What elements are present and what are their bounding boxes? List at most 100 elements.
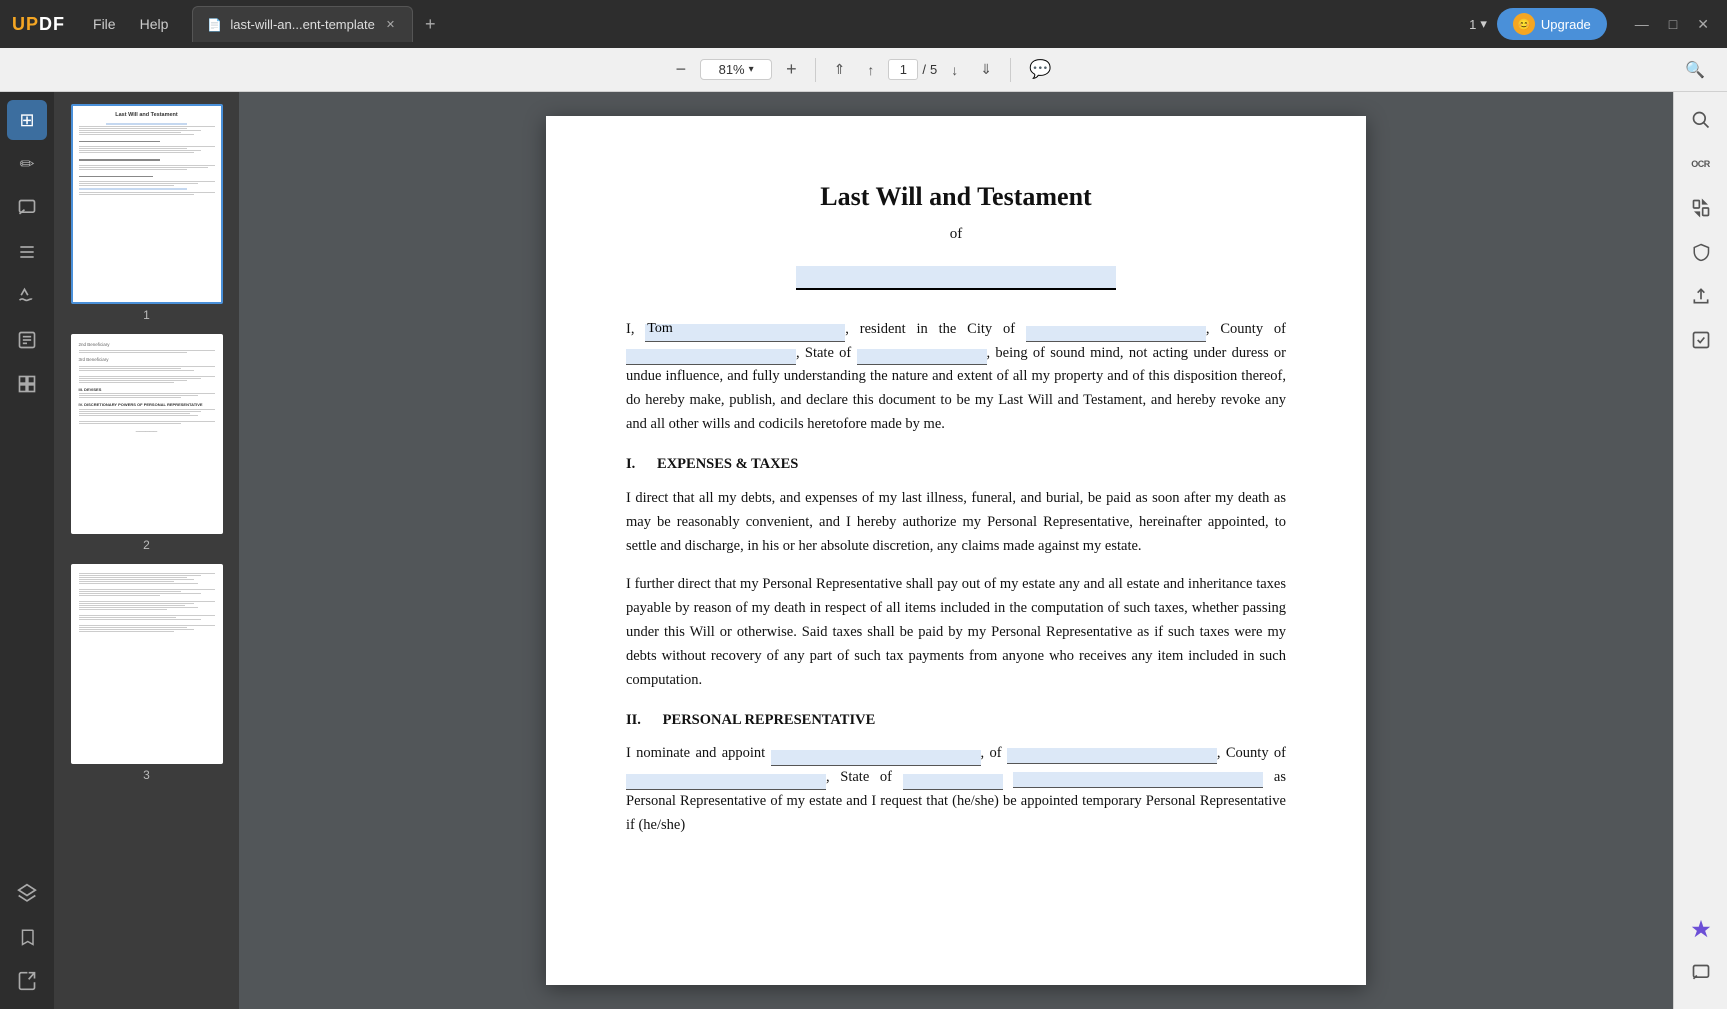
pdf-viewer[interactable]: Last Will and Testament of I, Tom, resid… — [239, 92, 1673, 1009]
top-bar: UPDF File Help 📄 last-will-an...ent-temp… — [0, 0, 1727, 48]
section-2-num: II. — [626, 712, 641, 728]
title-name-field[interactable] — [796, 266, 1116, 290]
rep-city-field[interactable] — [1007, 748, 1217, 764]
section-1-title: EXPENSES & TAXES — [657, 456, 798, 472]
upgrade-button[interactable]: 😊 Upgrade — [1497, 8, 1607, 40]
total-pages: 5 — [930, 62, 937, 77]
sidebar-list-icon[interactable] — [7, 232, 47, 272]
thumb-frame-3 — [71, 564, 223, 764]
convert-icon[interactable] — [1681, 188, 1721, 228]
comment-tool-button[interactable]: 💬 — [1021, 55, 1059, 84]
page-navigation: 1 ▾ — [1469, 16, 1487, 32]
section-2-title: PERSONAL REPRESENTATIVE — [663, 712, 876, 728]
rep-county-field[interactable] — [626, 774, 826, 790]
sidebar-layers-icon[interactable] — [7, 873, 47, 913]
title-name-field-container — [626, 266, 1286, 290]
prev-page-button[interactable]: ↑ — [859, 58, 882, 82]
sidebar-comment-icon[interactable] — [7, 188, 47, 228]
rep-address-field[interactable] — [1013, 772, 1263, 788]
top-right-controls: 1 ▾ 😊 Upgrade — □ ✕ — [1469, 8, 1715, 40]
zoom-display: 81% ▾ — [700, 59, 772, 80]
thumb-num-1: 1 — [143, 308, 150, 322]
ocr-icon[interactable]: OCR — [1681, 144, 1721, 184]
intro-paragraph: I, Tom, resident in the City of , County… — [626, 318, 1286, 438]
section-1-num: I. — [626, 456, 635, 472]
comment-right-icon[interactable] — [1681, 953, 1721, 993]
tab-bar: 📄 last-will-an...ent-template ✕ + — [192, 6, 1469, 42]
rep-state-field[interactable] — [903, 774, 1003, 790]
check-icon[interactable] — [1681, 320, 1721, 360]
thumb-num-2: 2 — [143, 538, 150, 552]
sidebar-bookmark-icon[interactable] — [7, 917, 47, 957]
thumb-num-3: 3 — [143, 768, 150, 782]
page-separator: / — [922, 62, 926, 77]
state-field[interactable] — [857, 349, 987, 365]
last-page-button[interactable]: ⇓ — [972, 57, 1000, 82]
zoom-in-button[interactable]: + — [778, 55, 805, 84]
page-number-input[interactable] — [888, 59, 918, 80]
user-avatar: 😊 — [1513, 13, 1535, 35]
toolbar: − 81% ▾ + ⇑ ↑ / 5 ↓ ⇓ 💬 🔍 — [0, 48, 1727, 92]
first-page-button[interactable]: ⇑ — [826, 57, 854, 82]
section-1-paragraph-1: I direct that all my debts, and expenses… — [626, 487, 1286, 559]
search-right-icon[interactable] — [1681, 100, 1721, 140]
maximize-button[interactable]: □ — [1663, 14, 1683, 35]
thumb-content-1: Last Will and Testament — [73, 106, 221, 302]
thumb-frame-2: 2nd Beneficiary 3rd Beneficiary III. DEV… — [71, 334, 223, 534]
testator-name-field[interactable]: Tom — [645, 324, 845, 342]
section-2-heading: II. PERSONAL REPRESENTATIVE — [626, 709, 1286, 733]
rep-name-field[interactable] — [771, 750, 981, 766]
city-field[interactable] — [1026, 326, 1206, 342]
tab-document[interactable]: 📄 last-will-an...ent-template ✕ — [192, 6, 413, 42]
tab-label: last-will-an...ent-template — [230, 17, 375, 32]
minimize-button[interactable]: — — [1629, 14, 1655, 35]
security-icon[interactable] — [1681, 232, 1721, 272]
close-button[interactable]: ✕ — [1691, 14, 1715, 35]
new-tab-button[interactable]: + — [419, 12, 442, 37]
sidebar-pages-icon[interactable]: ⊞ — [7, 100, 47, 140]
thumbnail-2[interactable]: 2nd Beneficiary 3rd Beneficiary III. DEV… — [71, 334, 223, 552]
sidebar-attachment-icon[interactable] — [7, 961, 47, 1001]
thumbnail-1[interactable]: Last Will and Testament — [71, 104, 223, 322]
section-1-paragraph-2: I further direct that my Personal Repres… — [626, 573, 1286, 693]
app-logo: UPDF — [12, 14, 65, 35]
zoom-dropdown-icon[interactable]: ▾ — [749, 64, 754, 75]
page-input-group: / 5 — [888, 59, 937, 80]
section-2-paragraph-1: I nominate and appoint , of , County of … — [626, 742, 1286, 838]
testator-name-value: Tom — [647, 317, 672, 340]
toolbar-divider-1 — [815, 58, 816, 82]
thumbnail-panel: Last Will and Testament — [54, 92, 239, 1009]
toolbar-divider-2 — [1010, 58, 1011, 82]
sidebar-edit-icon[interactable]: ✏ — [7, 144, 47, 184]
thumb-content-2: 2nd Beneficiary 3rd Beneficiary III. DEV… — [73, 336, 221, 532]
document-title: Last Will and Testament — [626, 176, 1286, 218]
next-page-button[interactable]: ↓ — [943, 58, 966, 82]
search-button[interactable]: 🔍 — [1677, 56, 1713, 84]
thumb-content-3 — [73, 566, 221, 762]
document-body: I, Tom, resident in the City of , County… — [626, 318, 1286, 839]
right-sidebar: OCR — [1673, 92, 1727, 1009]
current-page-indicator: 1 — [1469, 17, 1476, 32]
thumb-frame-1: Last Will and Testament — [71, 104, 223, 304]
main-content: ⊞ ✏ — [0, 92, 1727, 1009]
sidebar-organize-icon[interactable] — [7, 364, 47, 404]
thumbnail-3[interactable]: 3 — [71, 564, 223, 782]
upgrade-label: Upgrade — [1541, 17, 1591, 32]
zoom-out-button[interactable]: − — [668, 55, 695, 84]
document-subtitle: of — [626, 222, 1286, 246]
county-field[interactable] — [626, 349, 796, 365]
file-menu[interactable]: File — [81, 12, 128, 36]
ai-icon[interactable] — [1681, 909, 1721, 949]
sidebar-form-icon[interactable] — [7, 320, 47, 360]
page-indicator-dropdown[interactable]: ▾ — [1480, 16, 1487, 32]
export-icon[interactable] — [1681, 276, 1721, 316]
zoom-level-text: 81% — [719, 62, 745, 77]
tab-doc-icon: 📄 — [207, 18, 222, 32]
ocr-label: OCR — [1691, 159, 1710, 169]
tab-close-button[interactable]: ✕ — [383, 17, 398, 32]
help-menu[interactable]: Help — [128, 12, 181, 36]
window-controls: — □ ✕ — [1629, 14, 1715, 35]
left-sidebar: ⊞ ✏ — [0, 92, 54, 1009]
section-1-heading: I. EXPENSES & TAXES — [626, 453, 1286, 477]
sidebar-sign-icon[interactable] — [7, 276, 47, 316]
